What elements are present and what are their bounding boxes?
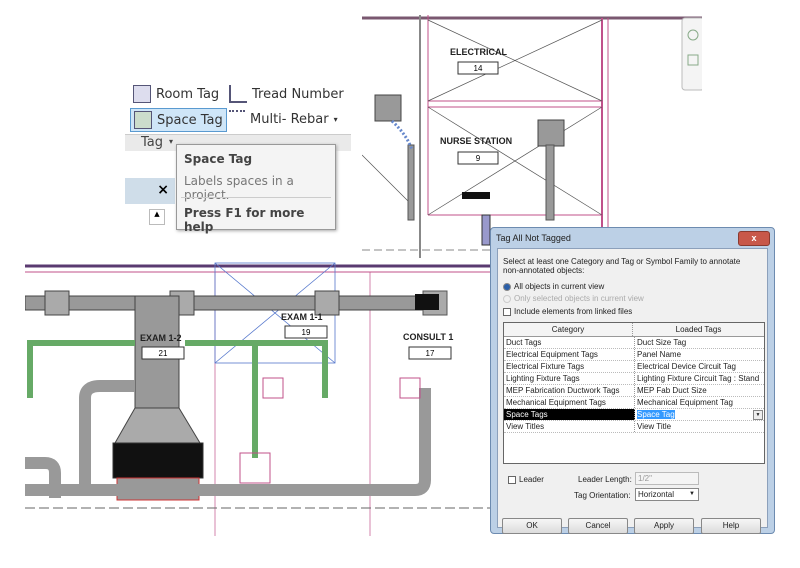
loaded-tag-cell: Panel Name	[637, 350, 682, 359]
close-button[interactable]: x	[738, 231, 770, 246]
table-row[interactable]: MEP Fabrication Ductwork Tags MEP Fab Duc…	[504, 385, 764, 397]
category-cell: MEP Fabrication Ductwork Tags	[504, 385, 635, 396]
loaded-tag-cell: MEP Fab Duct Size	[637, 386, 707, 395]
scroll-up-button[interactable]: ▲	[149, 209, 165, 225]
column-header: Loaded Tags	[675, 325, 722, 334]
table-row[interactable]: Duct Tags Duct Size Tag	[504, 337, 764, 349]
tread-number-icon	[229, 85, 247, 103]
apply-button[interactable]: Apply	[634, 518, 694, 534]
category-cell: Electrical Fixture Tags	[504, 361, 635, 372]
dropdown-arrow-icon: ▾	[333, 114, 338, 124]
room-number: 14	[474, 64, 483, 73]
category-cell: Space Tags	[504, 409, 635, 420]
checkbox-icon	[503, 307, 511, 316]
space-tag-button[interactable]: Space Tag	[130, 108, 227, 132]
loaded-tag-cell: Electrical Device Circuit Tag	[637, 362, 736, 371]
loaded-tag-cell[interactable]: Space Tag ▼	[635, 409, 764, 420]
category-cell: Mechanical Equipment Tags	[504, 397, 635, 408]
category-cell: Electrical Equipment Tags	[504, 349, 635, 360]
leader-checkbox[interactable]: Leader	[508, 475, 544, 484]
close-icon[interactable]: ×	[157, 182, 169, 198]
dropdown-arrow-icon[interactable]: ▼	[753, 410, 763, 420]
table-row[interactable]: Electrical Fixture Tags Electrical Device…	[504, 361, 764, 373]
tag-all-not-tagged-dialog: Tag All Not Tagged x Select at least one…	[490, 227, 775, 534]
multi-rebar-icon	[229, 110, 245, 128]
loaded-tag-cell: View Title	[637, 422, 672, 431]
floor-plan-top: ELECTRICAL 14 NURSE STATION 9	[362, 15, 702, 260]
help-button[interactable]: Help	[701, 518, 761, 534]
category-cell: Duct Tags	[504, 337, 635, 348]
room-tag-icon	[133, 85, 151, 103]
radio-selected-icon	[503, 282, 511, 291]
room-name: EXAM 1-1	[281, 312, 323, 322]
multi-rebar-button[interactable]: Multi- Rebar ▾	[229, 108, 338, 130]
room-number: 9	[476, 154, 481, 163]
include-linked-checkbox[interactable]: Include elements from linked files	[503, 307, 632, 316]
tag-orientation-select[interactable]: Horizontal ▼	[635, 488, 699, 501]
ribbon-tag-panel: Room Tag Tread Number Space Tag Multi- R…	[125, 78, 351, 234]
dropdown-arrow-icon: ▼	[689, 491, 695, 497]
room-name: ELECTRICAL	[450, 47, 507, 57]
tooltip-help: Press F1 for more help	[184, 206, 305, 234]
radio-selected-objects[interactable]: Only selected objects in current view	[503, 294, 644, 303]
leader-length-input[interactable]: 1/2"	[635, 472, 699, 485]
tooltip: Space Tag Labels spaces in a project. Pr…	[176, 144, 336, 234]
table-row[interactable]: View Titles View Title	[504, 421, 764, 433]
radio-all-objects[interactable]: All objects in current view	[503, 282, 604, 291]
tooltip-title: Space Tag	[184, 152, 253, 166]
tread-number-button[interactable]: Tread Number	[229, 83, 344, 105]
room-number: 19	[302, 328, 311, 337]
table-row[interactable]: Electrical Equipment Tags Panel Name	[504, 349, 764, 361]
table-row[interactable]: Lighting Fixture Tags Lighting Fixture Ci…	[504, 373, 764, 385]
column-header: Category	[504, 323, 633, 336]
floor-plan-bottom: EXAM 1-2 21 EXAM 1-1 19 CONSULT 1 17	[25, 258, 491, 536]
table-row[interactable]: Space Tags Space Tag ▼	[504, 409, 764, 421]
category-cell: View Titles	[504, 421, 635, 432]
room-name: NURSE STATION	[440, 136, 512, 146]
tag-orientation-label: Tag Orientation:	[574, 491, 631, 500]
dropdown-arrow-icon[interactable]: ▾	[169, 137, 173, 146]
table-header: Category Loaded Tags	[504, 323, 764, 337]
room-name: CONSULT 1	[403, 332, 453, 342]
loaded-tag-cell: Duct Size Tag	[637, 338, 687, 347]
dialog-title: Tag All Not Tagged	[496, 233, 571, 243]
category-cell: Lighting Fixture Tags	[504, 373, 635, 384]
loaded-tag-cell: Mechanical Equipment Tag	[637, 398, 733, 407]
loaded-tag-cell: Lighting Fixture Circuit Tag : Stand	[637, 374, 760, 383]
room-name: EXAM 1-2	[140, 333, 182, 343]
properties-header: ×	[125, 178, 175, 204]
cancel-button[interactable]: Cancel	[568, 518, 628, 534]
instructions-text: Select at least one Category and Tag or …	[503, 257, 741, 275]
leader-length-label: Leader Length:	[578, 475, 632, 484]
panel-label: Tag	[141, 135, 164, 150]
ok-button[interactable]: OK	[502, 518, 562, 534]
checkbox-icon	[508, 475, 516, 484]
table-row[interactable]: Mechanical Equipment Tags Mechanical Equi…	[504, 397, 764, 409]
navigation-bar[interactable]	[681, 17, 702, 91]
category-tag-table: Category Loaded Tags Duct Tags Duct Size …	[503, 322, 765, 464]
space-tag-icon	[134, 111, 152, 129]
room-number: 17	[426, 349, 435, 358]
radio-empty-icon	[503, 294, 511, 303]
room-tag-button[interactable]: Room Tag	[133, 83, 219, 105]
room-number: 21	[159, 349, 168, 358]
